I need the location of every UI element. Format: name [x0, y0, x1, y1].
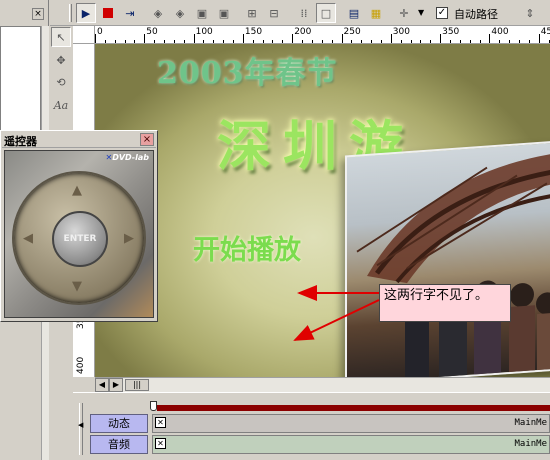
stop-icon[interactable]	[98, 3, 118, 23]
toolbar: ▶ ⇥ ◈ ◈ ▣ ▣ ⊞ ⊟ ⁞⁞ □ ▤ ▦ ✛ ▼ ✓ 自动路径 ⇕	[50, 0, 550, 26]
timeline-grip	[79, 403, 83, 455]
ruler-top-label: 300	[392, 27, 410, 37]
crosshair-icon[interactable]: ✛	[394, 3, 414, 23]
remote-control-window[interactable]: 遥控器 × ✕DVD-lab ▲ ▼ ◀ ▶ ENTER	[0, 130, 158, 322]
dvd-lab-logo: ✕DVD-lab	[105, 153, 149, 162]
preview-icon[interactable]: ▤	[344, 3, 364, 23]
dotted-grid-icon[interactable]: ⁞⁞	[294, 3, 314, 23]
timeline-red-bar	[157, 405, 550, 411]
ruler-top-tick	[292, 34, 294, 43]
timeline-playhead[interactable]	[150, 401, 157, 411]
crosshair-dropdown-icon[interactable]: ▼	[418, 8, 424, 17]
ruler-top-tick	[95, 34, 96, 43]
adjust-icon[interactable]: ⇕	[520, 3, 540, 23]
up-arrow-icon[interactable]: ▲	[72, 183, 82, 198]
right-arrow-icon[interactable]: ▶	[124, 231, 134, 246]
canvas-hscroll[interactable]: ◀ ▶ |||	[95, 377, 550, 392]
slide-canvas[interactable]: 2003年春节 深圳游 开始播放 这两行字不见了。	[95, 44, 550, 377]
ruler-top-tick	[489, 34, 491, 43]
frame-icon[interactable]: □	[316, 3, 336, 23]
export-icon[interactable]: ▦	[366, 3, 386, 23]
track-label[interactable]: 动态	[90, 414, 148, 433]
clip-name: MainMe	[514, 418, 547, 428]
ruler-top-tick	[144, 34, 146, 43]
dvd-lab-logo-text: DVD-lab	[112, 153, 149, 162]
clip-close-icon[interactable]: ✕	[155, 438, 166, 449]
ruler-top-label: 200	[294, 27, 312, 37]
ruler-top-tick	[242, 34, 244, 43]
ruler-top-label: 50	[146, 27, 158, 37]
annotation-arrows	[293, 285, 380, 341]
enter-label: ENTER	[63, 234, 97, 244]
scroll-left-button[interactable]: ◀	[95, 378, 109, 392]
pointer-tool-icon[interactable]: ↖	[51, 27, 71, 47]
left-list[interactable]	[0, 26, 41, 136]
scroll-thumb[interactable]: |||	[125, 379, 149, 391]
grid-snap-icon[interactable]: ⊞	[242, 3, 262, 23]
scroll-right-button[interactable]: ▶	[109, 378, 123, 392]
ruler-top-label: 100	[195, 27, 213, 37]
ruler-top-label: 350	[442, 27, 460, 37]
track-clip[interactable]: ✕ MainMe	[152, 414, 550, 433]
ruler-top-label: 0	[97, 27, 103, 37]
track-clip[interactable]: ✕ MainMe	[152, 435, 550, 454]
remote-titlebar[interactable]: 遥控器 ×	[2, 132, 156, 148]
enter-button[interactable]: ENTER	[52, 211, 108, 267]
play-button-text[interactable]: 开始播放	[193, 228, 301, 267]
toolbar-grip	[69, 4, 72, 22]
ruler-left-label: 400	[76, 356, 86, 374]
remote-body: ✕DVD-lab ▲ ▼ ◀ ▶ ENTER	[4, 150, 154, 318]
auto-path-checkbox[interactable]: ✓	[436, 7, 448, 19]
ruler-corner	[73, 26, 95, 44]
zoom-tool-icon[interactable]: ✥	[51, 50, 71, 70]
ruler-top-label: 450	[540, 27, 550, 37]
auto-path-label: 自动路径	[454, 8, 498, 21]
rotate-tool-icon[interactable]: ⟲	[51, 72, 71, 92]
timeline-collapse-icon[interactable]: ◀	[78, 421, 83, 429]
ruler-top-tick	[341, 34, 343, 43]
play-icon[interactable]: ▶	[76, 3, 96, 23]
ruler-top: 0 50 100 150 200 250 300 350 400 450	[95, 26, 550, 44]
node-link-icon[interactable]: ◈	[170, 3, 190, 23]
step-icon[interactable]: ⇥	[120, 3, 140, 23]
ruler-top-label: 250	[343, 27, 361, 37]
ruler-top-label: 150	[244, 27, 263, 37]
remote-title: 遥控器	[4, 135, 37, 148]
ruler-top-label: 400	[491, 27, 509, 37]
node-down-icon[interactable]: ▣	[192, 3, 212, 23]
clip-close-icon[interactable]: ✕	[155, 417, 166, 428]
ruler-top-tick	[193, 34, 195, 43]
left-arrow-icon[interactable]: ◀	[23, 231, 33, 246]
ruler-top-tick	[440, 34, 442, 43]
down-arrow-icon[interactable]: ▼	[72, 279, 82, 294]
ruler-top-tick	[390, 34, 392, 43]
left-panel-close[interactable]: ×	[32, 8, 44, 20]
remote-close-icon[interactable]: ×	[140, 133, 154, 146]
node-up-icon[interactable]: ▣	[214, 3, 234, 23]
dpad: ▲ ▼ ◀ ▶ ENTER	[12, 171, 146, 305]
node-icon[interactable]: ◈	[148, 3, 168, 23]
track-label[interactable]: 音频	[90, 435, 148, 454]
layout-icon[interactable]: ⊟	[264, 3, 284, 23]
text-tool-icon[interactable]: Aa	[51, 95, 71, 115]
clip-name: MainMe	[514, 439, 547, 449]
year-title[interactable]: 2003年春节	[157, 48, 338, 92]
ruler-top-tick	[538, 34, 540, 43]
